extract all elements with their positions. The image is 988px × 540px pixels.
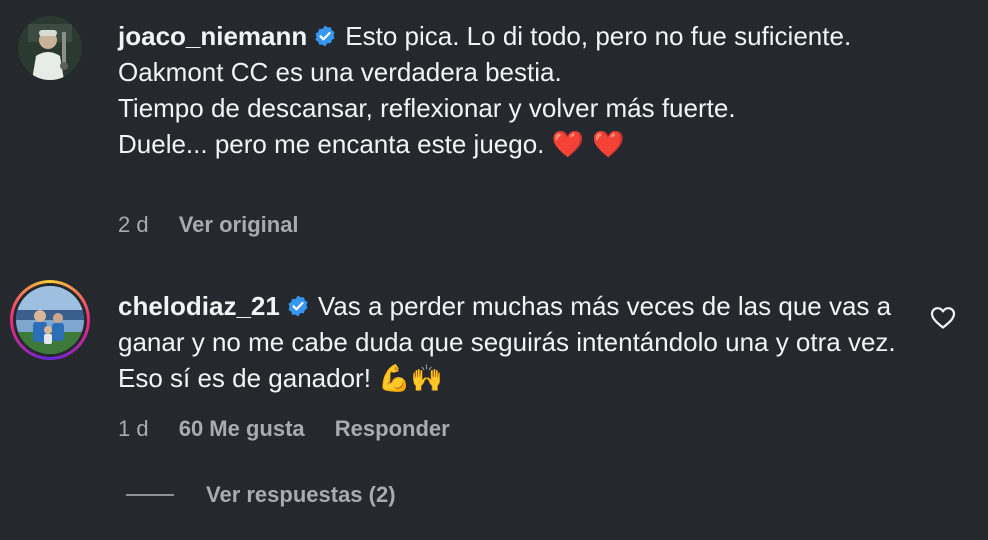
view-replies-button[interactable]: Ver respuestas (2) (126, 482, 396, 508)
view-replies-label: Ver respuestas (2) (206, 482, 396, 507)
heart-outline-icon[interactable] (930, 306, 956, 330)
timestamp: 2 d (118, 212, 149, 237)
likes-count[interactable]: 60 Me gusta (179, 416, 305, 441)
avatar-image (16, 286, 84, 354)
comment-meta: 1 d 60 Me gusta Responder (118, 416, 474, 442)
avatar-image (18, 16, 82, 80)
avatar[interactable] (18, 16, 82, 80)
comment-body: joaco_niemann Esto pica. Lo di todo, pero… (118, 18, 916, 163)
verified-badge-icon (315, 25, 335, 47)
reply-button[interactable]: Responder (335, 416, 450, 441)
timestamp: 1 d (118, 416, 149, 441)
view-original-button[interactable]: Ver original (179, 212, 299, 237)
verified-badge-icon (288, 295, 308, 317)
replies-divider-line (126, 494, 174, 496)
comment-body: chelodiaz_21 Vas a perder muchas más vece… (118, 288, 916, 397)
flexed-biceps-raising-hands-emoji: 💪🙌 (378, 364, 443, 394)
username[interactable]: chelodiaz_21 (118, 291, 280, 321)
username[interactable]: joaco_niemann (118, 21, 307, 51)
hearts-emoji: ❤️ ❤️ (551, 130, 625, 160)
avatar[interactable] (10, 280, 90, 360)
comment-meta: 2 d Ver original (118, 212, 323, 238)
comments-panel: joaco_niemann Esto pica. Lo di todo, pero… (0, 0, 988, 540)
